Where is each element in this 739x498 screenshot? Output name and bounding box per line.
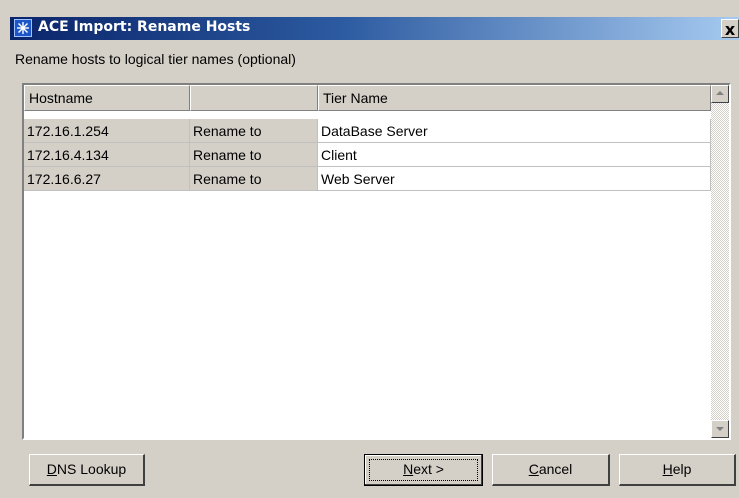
cancel-button[interactable]: Cancel [492, 454, 610, 486]
column-header-hostname[interactable]: Hostname [24, 85, 190, 111]
help-button[interactable]: Help [619, 454, 736, 486]
dns-lookup-mnemonic: D [46, 461, 57, 477]
close-button[interactable]: x [721, 19, 739, 39]
tier-name-field[interactable]: Client [318, 143, 711, 167]
table-row: 172.16.4.134 Rename to Client [24, 143, 711, 167]
table-body: Hostname Tier Name 172.16.1.254 Rename t… [24, 85, 711, 438]
next-button[interactable]: Next > [364, 454, 483, 486]
instruction-text: Rename hosts to logical tier names (opti… [15, 51, 296, 67]
table-row: 172.16.6.27 Rename to Web Server [24, 167, 711, 191]
help-mnemonic: H [662, 461, 673, 477]
table-row: 172.16.1.254 Rename to DataBase Server [24, 119, 711, 143]
column-header-tier-name[interactable]: Tier Name [318, 85, 711, 111]
rename-to-label: Rename to [190, 143, 318, 167]
column-header-action[interactable] [190, 85, 318, 111]
tier-name-field[interactable]: Web Server [318, 167, 711, 191]
rename-hosts-dialog: ACE Import: Rename Hosts x Rename hosts … [0, 0, 739, 498]
help-label: elp [672, 461, 692, 477]
vertical-scrollbar[interactable] [711, 85, 729, 438]
hostname-cell: 172.16.6.27 [24, 167, 190, 191]
table-header: Hostname Tier Name [24, 85, 711, 111]
scroll-down-button[interactable] [711, 420, 729, 438]
tier-name-field[interactable]: DataBase Server [318, 119, 711, 143]
scroll-up-button[interactable] [711, 85, 729, 103]
cancel-label: ancel [538, 461, 573, 477]
hostname-cell: 172.16.4.134 [24, 143, 190, 167]
window-title: ACE Import: Rename Hosts [38, 19, 251, 35]
cancel-mnemonic: C [528, 461, 539, 477]
rename-to-label: Rename to [190, 119, 318, 143]
ace-star-icon [14, 19, 32, 37]
rename-to-label: Rename to [190, 167, 318, 191]
hostname-cell: 172.16.1.254 [24, 119, 190, 143]
dns-lookup-label: NS Lookup [56, 461, 127, 477]
scroll-up-arrow-icon [716, 91, 724, 95]
focus-rectangle [369, 459, 478, 481]
title-bar[interactable]: ACE Import: Rename Hosts x [10, 17, 739, 40]
dns-lookup-button[interactable]: DNS Lookup [29, 454, 145, 486]
host-rename-table: Hostname Tier Name 172.16.1.254 Rename t… [22, 83, 731, 440]
scroll-down-arrow-icon [716, 427, 724, 431]
